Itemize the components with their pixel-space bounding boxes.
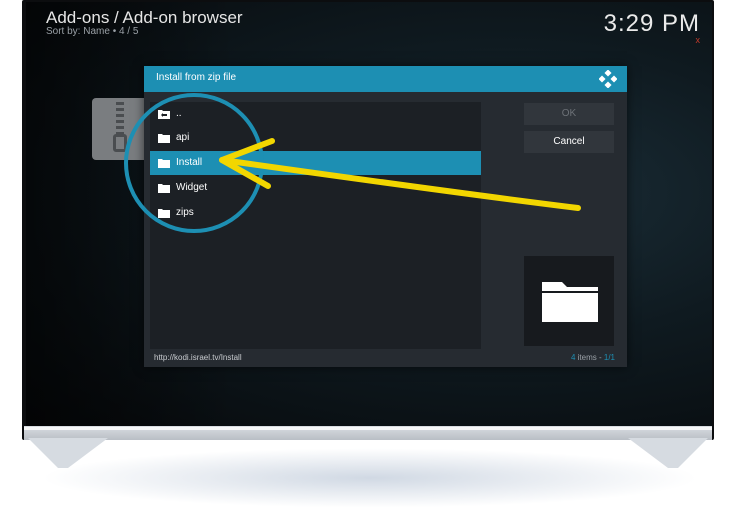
folder-icon (158, 134, 170, 143)
scene: Add-ons / Add-on browser Sort by: Name •… (0, 0, 737, 527)
folder-icon (542, 282, 598, 322)
install-from-zip-dialog: Install from zip file .. api Install Wid… (144, 66, 627, 367)
dialog-titlebar: Install from zip file (144, 66, 627, 92)
tv-stand-left (28, 438, 108, 468)
parent-folder-icon (158, 110, 170, 119)
list-item-label: zips (176, 207, 194, 218)
list-item-zips[interactable]: zips (150, 201, 481, 225)
list-item-install[interactable]: Install (150, 151, 481, 175)
page-title: Add-ons / Add-on browser (46, 8, 243, 27)
folder-icon (158, 209, 170, 218)
clock: 3:29 PM (603, 10, 700, 37)
ok-button[interactable]: OK (524, 103, 614, 125)
mute-icon: x (695, 35, 701, 45)
cancel-button[interactable]: Cancel (524, 131, 614, 153)
folder-icon (158, 159, 170, 168)
kodi-logo-icon (599, 70, 617, 88)
list-item-label: api (176, 132, 190, 143)
list-item-label: .. (176, 108, 182, 119)
tv-screen: Add-ons / Add-on browser Sort by: Name •… (26, 2, 712, 426)
file-list: .. api Install Widget zips (150, 102, 481, 349)
list-item-label: Widget (176, 182, 208, 193)
sort-info: Sort by: Name • 4 / 5 (46, 26, 139, 37)
list-item-widget[interactable]: Widget (150, 176, 481, 200)
tv-stand-right (628, 438, 708, 468)
item-count: 4 items - 1/1 (570, 353, 615, 362)
list-item-parent[interactable]: .. (150, 102, 481, 126)
tv-shadow (40, 448, 700, 508)
list-item-label: Install (176, 157, 203, 168)
list-item-api[interactable]: api (150, 126, 481, 150)
folder-icon (158, 184, 170, 193)
zip-file-icon (92, 98, 148, 160)
dialog-title: Install from zip file (156, 72, 237, 83)
folder-preview (524, 256, 614, 346)
current-path: http://kodi.israel.tv/Install (154, 353, 242, 362)
